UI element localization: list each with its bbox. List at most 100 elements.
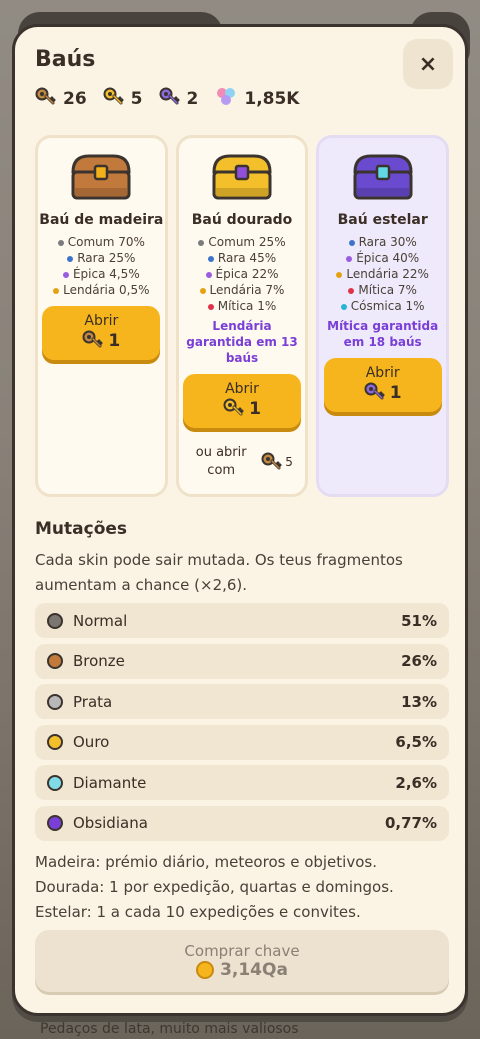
open-cost: 1 [389, 383, 402, 403]
mutation-row: Ouro 6,5% [35, 724, 449, 760]
odds-text: Rara 45% [217, 251, 277, 265]
mutations-title: Mutações [35, 519, 128, 539]
rarity-dot-icon [205, 271, 212, 278]
stellar-chest-icon [351, 152, 415, 202]
odds-text: Lendária 22% [346, 267, 429, 281]
currency-bronze-keys: 26 [35, 86, 87, 111]
alt-open-text: ou abrir com [195, 445, 247, 478]
open-gold-chest-button[interactable]: Abrir 1 [183, 374, 301, 428]
wood-chest-icon [69, 152, 133, 202]
rarity-dot-icon [53, 287, 60, 294]
odds-line: Cósmica 1% [336, 298, 429, 314]
note-line: Dourada: 1 por expedição, quartas e domi… [35, 878, 394, 896]
alt-cost: 5 [285, 455, 293, 469]
open-cost: 1 [108, 331, 121, 351]
odds-text: Épica 22% [215, 267, 279, 281]
odds-line: Lendária 22% [336, 266, 429, 282]
open-label: Abrir [225, 380, 259, 397]
open-cost: 1 [249, 399, 261, 419]
open-stellar-chest-button[interactable]: Abrir 1 [323, 358, 442, 412]
mutation-name: Diamante [73, 773, 147, 792]
coin-icon [196, 961, 215, 979]
mutation-row: Obsidiana 0,77% [35, 805, 449, 841]
rarity-dot-icon [346, 255, 353, 262]
odds-line: Rara 45% [198, 250, 285, 266]
odds-line: Épica 40% [336, 250, 429, 266]
mutation-chance: 6,5% [395, 733, 437, 751]
mutation-chance: 13% [401, 692, 437, 711]
close-icon: × [418, 51, 438, 77]
chest-odds: Comum 25% Rara 45% Épica 22% Lendária 7% Mít… [198, 234, 286, 314]
rarity-dot-icon [207, 303, 214, 310]
open-wood-chest-button[interactable]: Abrir 1 [42, 306, 161, 360]
rarity-dot-icon [62, 271, 69, 278]
mutation-color-icon [47, 653, 63, 669]
mutation-color-icon [47, 774, 63, 791]
close-button[interactable]: × [403, 39, 453, 89]
currency-value: 26 [63, 88, 87, 109]
currency-value: 5 [130, 88, 143, 109]
chest-name: Baú de madeira [39, 212, 164, 228]
odds-text: Cósmica 1% [350, 299, 425, 313]
currency-value: 1,85K [244, 88, 300, 109]
mutation-name: Bronze [73, 652, 125, 670]
bronze-key-icon [261, 451, 283, 474]
rarity-dot-icon [199, 287, 206, 294]
odds-line: Rara 25% [53, 250, 149, 266]
mutation-chance: 26% [401, 652, 437, 670]
buy-key-button[interactable]: Comprar chave 3,14Qa [35, 930, 449, 992]
odds-line: Lendária 7% [198, 282, 285, 298]
chest-cards: Baú de madeira Comum 70% Rara 25% Épica 4,… [35, 135, 450, 497]
currency-stellar-keys: 2 [159, 86, 198, 111]
gold-chest-icon [210, 152, 274, 202]
alt-open-option[interactable]: ou abrir com 5 [191, 444, 293, 480]
chest-guarantee: Lendária garantida em 13 baús [186, 319, 298, 365]
mutation-color-icon [47, 815, 63, 831]
odds-text: Comum 70% [67, 235, 145, 249]
odds-text: Mítica 7% [358, 283, 417, 297]
rarity-dot-icon [348, 239, 355, 246]
odds-line: Rara 30% [336, 234, 429, 250]
fragments-icon [214, 85, 238, 112]
chest-odds: Comum 70% Rara 25% Épica 4,5% Lendária 0,5% [53, 234, 150, 298]
mutation-chance: 51% [401, 611, 437, 630]
chest-card-wood: Baú de madeira Comum 70% Rara 25% Épica 4,… [35, 135, 168, 497]
chest-name: Baú dourado [191, 212, 293, 228]
note-line: Estelar: 1 a cada 10 expedições e convit… [35, 903, 361, 921]
mutation-color-icon [47, 734, 63, 750]
mutation-color-icon [47, 693, 63, 710]
rarity-dot-icon [57, 239, 64, 246]
odds-text: Lendária 7% [209, 283, 285, 297]
odds-line: Épica 22% [198, 266, 285, 282]
odds-line: Comum 25% [198, 234, 286, 250]
mutation-name: Ouro [73, 733, 110, 751]
chest-card-gold: Baú dourado Comum 25% Rara 45% Épica 22% Le… [175, 135, 309, 497]
rarity-dot-icon [340, 303, 347, 310]
odds-line: Mítica 7% [336, 282, 429, 298]
rarity-dot-icon [207, 255, 214, 262]
odds-line: Lendária 0,5% [53, 282, 150, 298]
chest-guarantee: Mítica garantida em 18 baús [327, 319, 439, 349]
stellar-key-icon [159, 86, 181, 111]
currency-fragments: 1,85K [214, 85, 299, 112]
open-label: Abrir [84, 312, 119, 329]
buy-key-cost: 3,14Qa [220, 960, 288, 980]
mutation-chance: 0,77% [384, 814, 437, 832]
gold-key-icon [103, 86, 125, 111]
chest-card-stellar: Baú estelar Rara 30% Épica 40% Lendária 22… [316, 135, 450, 497]
mutation-name: Prata [73, 692, 113, 711]
chest-name: Baú estelar [337, 212, 428, 228]
rarity-dot-icon [348, 287, 355, 294]
modal-title: Baús [35, 47, 96, 72]
bronze-key-icon [82, 329, 104, 354]
mutation-name: Obsidiana [73, 814, 148, 832]
odds-text: Épica 40% [356, 251, 420, 265]
rarity-dot-icon [336, 271, 343, 278]
mutations-description: Cada skin pode sair mutada. Os teus frag… [35, 551, 403, 594]
mutation-row: Diamante 2,6% [35, 765, 449, 800]
odds-line: Épica 4,5% [53, 266, 149, 282]
mutation-row: Normal 51% [35, 603, 449, 638]
currency-gold-keys: 5 [103, 86, 143, 111]
rarity-dot-icon [198, 239, 205, 246]
buy-key-label: Comprar chave [184, 942, 300, 960]
